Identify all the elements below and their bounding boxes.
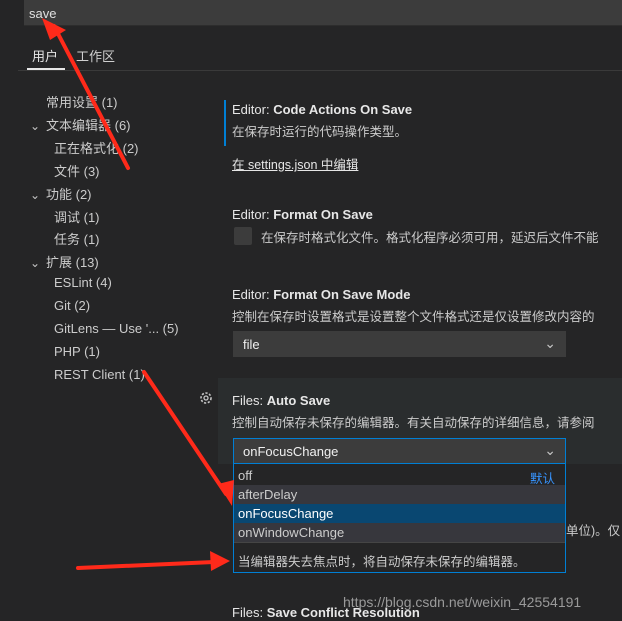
toc-item[interactable]: 调试 (1) <box>54 207 100 226</box>
format-on-save-description: 在保存时格式化文件。格式化程序必须可用，延迟后文件不能 <box>261 231 599 245</box>
chevron-down-icon: ⌄ <box>30 118 41 133</box>
toc-item-label: ESLint (4) <box>54 275 112 291</box>
toc-item[interactable]: 常用设置 (1) <box>30 92 118 111</box>
setting-title: Editor: Format On Save Mode <box>232 287 411 302</box>
tabs-divider <box>18 70 622 71</box>
toc-item-label: 文件 (3) <box>54 163 100 179</box>
toc-item-label: 任务 (1) <box>54 232 100 248</box>
setting-auto-save: Files: Auto Save 控制自动保存未保存的编辑器。有关自动保存的详细… <box>232 393 595 431</box>
toc-item[interactable]: Git (2) <box>54 298 90 313</box>
setting-format-on-save: Editor: Format On Save <box>232 207 373 222</box>
toc-item-label: PHP (1) <box>54 343 100 359</box>
toc-item[interactable]: ⌄ 文本编辑器 (6) <box>30 115 131 134</box>
auto-save-dropdown: off 默认 afterDelay onFocusChange onWindow… <box>233 463 566 573</box>
chevron-down-icon: ⌄ <box>30 256 41 271</box>
toc-item-label: REST Client (1) <box>54 366 145 382</box>
toc-item[interactable]: PHP (1) <box>54 344 100 359</box>
toc-item-label: Git (2) <box>54 298 91 314</box>
toc-item[interactable]: 任务 (1) <box>54 229 100 248</box>
search-value: save <box>29 6 57 21</box>
edit-in-settings-json-link[interactable]: 在 settings.json 中编辑 <box>232 154 412 173</box>
toc-item-label: 调试 (1) <box>54 209 100 225</box>
option-on-window-change[interactable]: onWindowChange <box>234 523 565 542</box>
setting-title: Files: Auto Save <box>232 393 331 408</box>
toc-item-label: 扩展 (13) <box>46 255 99 271</box>
toc-item[interactable]: REST Client (1) <box>54 367 145 382</box>
toc-item[interactable]: 文件 (3) <box>54 161 100 180</box>
format-on-save-mode-select[interactable]: file ⌄ <box>233 331 566 357</box>
toc-item[interactable]: 正在格式化 (2) <box>54 138 139 157</box>
option-off[interactable]: off 默认 <box>234 466 565 486</box>
tab-workspace[interactable]: 工作区 <box>76 46 115 65</box>
setting-format-on-save-mode: Editor: Format On Save Mode 控制在保存时设置格式是设… <box>232 287 595 325</box>
chevron-down-icon: ⌄ <box>30 187 41 202</box>
toc-item[interactable]: GitLens — Use '... (5) <box>54 321 179 336</box>
setting-code-actions-on-save: Editor: Code Actions On Save 在保存时运行的代码操作… <box>232 102 412 173</box>
dropdown-divider <box>234 542 565 543</box>
setting-description: 控制自动保存未保存的编辑器。有关自动保存的详细信息，请参阅 <box>232 416 595 430</box>
toc-item-label: GitLens — Use '... (5) <box>54 321 179 336</box>
setting-title: Editor: Format On Save <box>232 207 373 222</box>
setting-description: 在保存时运行的代码操作类型。 <box>232 125 408 139</box>
annotation-arrow <box>76 551 230 571</box>
setting-title: Editor: Code Actions On Save <box>232 102 413 117</box>
toc-item-label: 常用设置 (1) <box>46 95 118 110</box>
select-value: file <box>243 337 260 352</box>
toc-item[interactable]: ESLint (4) <box>54 275 112 290</box>
gear-icon[interactable] <box>198 390 214 406</box>
format-on-save-checkbox[interactable] <box>234 227 252 245</box>
settings-search-input[interactable]: save <box>24 0 622 26</box>
occluded-setting-text: 单位)。仅 <box>566 524 621 538</box>
tab-user[interactable]: 用户 <box>32 46 58 65</box>
toc-item[interactable]: ⌄ 扩展 (13) <box>30 252 99 271</box>
watermark: https://blog.csdn.net/weixin_42554191 <box>343 594 582 610</box>
toc-item-label: 正在格式化 (2) <box>54 140 139 156</box>
setting-description: 控制在保存时设置格式是设置整个文件格式还是仅设置修改内容的 <box>232 310 595 324</box>
option-on-focus-change[interactable]: onFocusChange <box>234 504 565 523</box>
option-description: 当编辑器失去焦点时，将自动保存未保存的编辑器。 <box>238 555 526 569</box>
chevron-down-icon: ⌄ <box>544 442 556 458</box>
toc-item-label: 文本编辑器 (6) <box>46 117 131 133</box>
toc-item-label: 功能 (2) <box>46 186 92 202</box>
toc-item[interactable]: ⌄ 功能 (2) <box>30 184 92 203</box>
option-after-delay[interactable]: afterDelay <box>234 485 565 504</box>
select-value: onFocusChange <box>243 444 339 459</box>
chevron-down-icon: ⌄ <box>544 335 556 351</box>
focus-indicator <box>224 100 226 146</box>
auto-save-select[interactable]: onFocusChange ⌄ <box>233 438 566 464</box>
